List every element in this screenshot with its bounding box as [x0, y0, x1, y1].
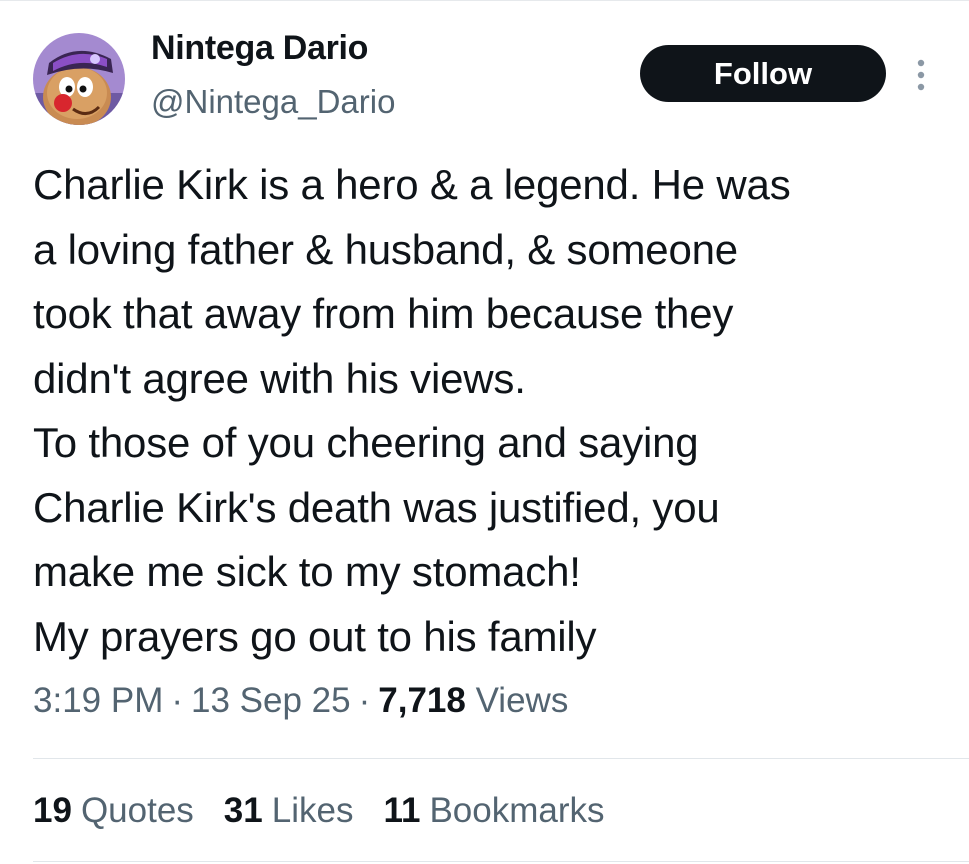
tweet-line: took that away from him because they [33, 290, 734, 337]
quotes-count: 19 [33, 791, 72, 830]
bookmarks-count: 11 [383, 791, 421, 830]
views-count[interactable]: 7,718 [378, 681, 466, 720]
tweet-line: didn't agree with his views. [33, 354, 526, 402]
divider [33, 758, 969, 759]
tweet-line: My prayers go out to his family [33, 612, 597, 660]
divider [33, 861, 969, 862]
display-name[interactable]: Nintega Dario [151, 29, 368, 68]
potato-character-icon [33, 33, 125, 125]
more-vertical-icon[interactable] [908, 55, 934, 95]
meta-separator: · [358, 681, 371, 720]
quotes-label: Quotes [80, 791, 194, 830]
engagement-stats: 19 Quotes 31 Likes 11 Bookmarks [33, 791, 605, 831]
tweet-time[interactable]: 3:19 PM [33, 681, 163, 720]
tweet-line: Charlie Kirk's death was justified, you [33, 483, 720, 531]
bookmarks-stat[interactable]: 11 Bookmarks [383, 791, 604, 831]
likes-label: Likes [271, 791, 354, 830]
meta-separator: · [171, 681, 184, 720]
bookmarks-label: Bookmarks [429, 791, 605, 830]
tweet-line: make me sick to my stomach! [33, 548, 581, 595]
user-handle[interactable]: @Nintega_Dario [151, 83, 395, 121]
likes-stat[interactable]: 31 Likes [224, 791, 354, 831]
likes-count: 31 [223, 791, 263, 830]
tweet-line: a loving father & husband, & someone [33, 225, 738, 273]
more-dots-glyph [917, 59, 925, 91]
tweet-line: Charlie Kirk is a hero & a legend. He wa… [33, 161, 791, 208]
tweet-meta: 3:19 PM · 13 Sep 25 · 7,718 Views [33, 681, 568, 721]
avatar[interactable] [33, 33, 125, 125]
follow-button[interactable]: Follow [640, 45, 886, 102]
quotes-stat[interactable]: 19 Quotes [33, 791, 194, 831]
tweet-text: Charlie Kirk is a hero & a legend. He wa… [33, 153, 938, 669]
tweet-date[interactable]: 13 Sep 25 [191, 681, 351, 720]
tweet-card: Nintega Dario @Nintega_Dario Follow Char… [0, 0, 969, 864]
views-label: Views [475, 681, 569, 720]
tweet-line: To those of you cheering and saying [33, 419, 699, 466]
